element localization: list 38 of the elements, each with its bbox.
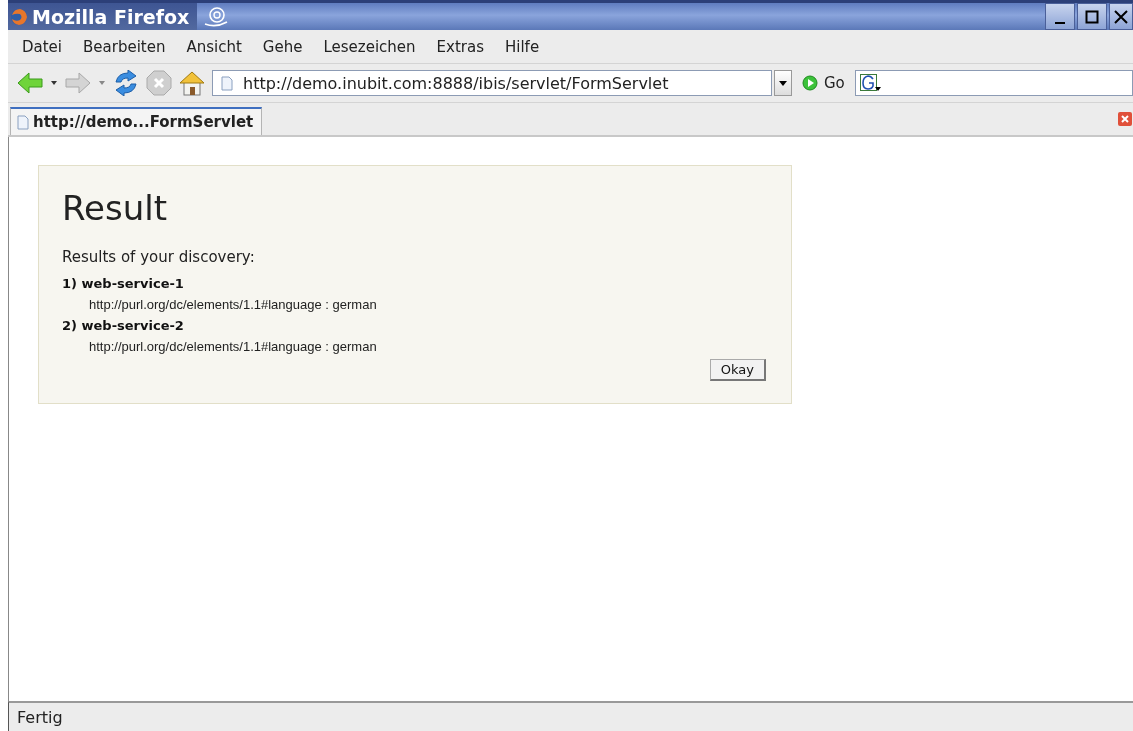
minimize-button[interactable]: [1045, 3, 1075, 30]
page-icon: [17, 114, 29, 130]
result-title: 1) web-service-1: [62, 276, 185, 291]
firefox-icon: [10, 7, 28, 26]
window-title: Mozilla Firefox: [32, 5, 190, 28]
menu-item[interactable]: Bearbeiten: [75, 37, 179, 56]
close-tab-icon[interactable]: [1118, 112, 1132, 126]
reload-icon[interactable]: [112, 70, 140, 96]
swirl-icon: [203, 5, 230, 28]
menu-item[interactable]: Datei: [14, 37, 76, 56]
menu-item[interactable]: Lesezeichen: [315, 37, 429, 56]
search-field[interactable]: [854, 70, 1133, 96]
dropdown-caret-icon[interactable]: [50, 80, 58, 86]
menu-item[interactable]: Hilfe: [497, 37, 553, 56]
maximize-button[interactable]: [1077, 3, 1107, 30]
page-icon: [221, 75, 233, 91]
play-icon: [802, 75, 818, 91]
page-heading: Result: [62, 188, 169, 228]
maximize-icon: [1085, 9, 1099, 24]
search-engine-icon[interactable]: [859, 74, 882, 92]
minimize-icon: [1055, 21, 1065, 24]
menu-item[interactable]: Extras: [428, 37, 497, 56]
menu-item[interactable]: Gehe: [254, 37, 316, 56]
address-field[interactable]: http://demo.inubit.com:8888/ibis/servlet/FormServlet: [212, 70, 772, 96]
close-icon: [1114, 9, 1128, 24]
result-detail: http://purl.org/dc/elements/1.1#language : german: [89, 297, 378, 312]
menu-item[interactable]: Ansicht: [178, 37, 255, 56]
history-dropdown-button[interactable]: [774, 70, 792, 96]
browser-tab[interactable]: http://demo...FormServlet: [10, 107, 263, 135]
go-button[interactable]: Go: [798, 74, 849, 92]
result-detail: http://purl.org/dc/elements/1.1#language : german: [89, 339, 378, 354]
dropdown-caret-icon: [778, 79, 788, 87]
home-icon[interactable]: [178, 70, 206, 96]
status-text: Fertig: [17, 707, 63, 727]
intro-text: Results of your discovery:: [62, 248, 256, 266]
okay-button[interactable]: Okay: [709, 359, 766, 381]
close-button[interactable]: [1109, 3, 1133, 30]
result-title: 2) web-service-2: [62, 318, 185, 333]
